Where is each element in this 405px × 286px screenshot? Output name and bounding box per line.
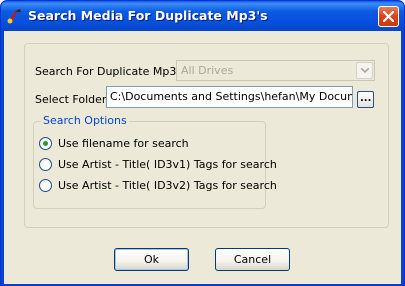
browse-button[interactable]: ... — [357, 91, 374, 108]
app-music-icon — [6, 7, 24, 25]
radio-button[interactable] — [39, 179, 52, 192]
dropdown-button[interactable] — [356, 62, 373, 79]
radio-button-checked[interactable] — [39, 137, 52, 150]
title-bar[interactable]: Search Media For Duplicate Mp3's — [1, 1, 404, 31]
search-drive-value: All Drives — [181, 64, 234, 77]
window-frame-right — [401, 31, 404, 285]
radio-label: Use Artist - Title( ID3v1) Tags for sear… — [58, 158, 277, 171]
close-button[interactable] — [378, 6, 399, 27]
window-title: Search Media For Duplicate Mp3's — [28, 8, 268, 23]
radio-button[interactable] — [39, 158, 52, 171]
radio-label: Use filename for search — [58, 137, 189, 150]
cancel-button[interactable]: Cancel — [215, 248, 290, 271]
search-options-legend: Search Options — [41, 114, 129, 127]
dialog-window: Search Media For Duplicate Mp3's Search … — [0, 0, 405, 286]
folder-path-input[interactable]: C:\Documents and Settings\hefan\My Docum… — [106, 86, 353, 108]
radio-label: Use Artist - Title( ID3v2) Tags for sear… — [58, 179, 277, 192]
search-for-label: Search For Duplicate Mp3's — [35, 65, 186, 78]
ok-button[interactable]: Ok — [114, 248, 189, 271]
browse-button-label: ... — [360, 93, 372, 104]
dialog-client-area: Search For Duplicate Mp3's All Drives Se… — [4, 31, 401, 284]
select-folder-label: Select Folder — [35, 93, 107, 106]
search-drive-select[interactable]: All Drives — [176, 60, 375, 81]
chevron-down-icon — [361, 68, 369, 73]
close-icon — [383, 11, 394, 22]
